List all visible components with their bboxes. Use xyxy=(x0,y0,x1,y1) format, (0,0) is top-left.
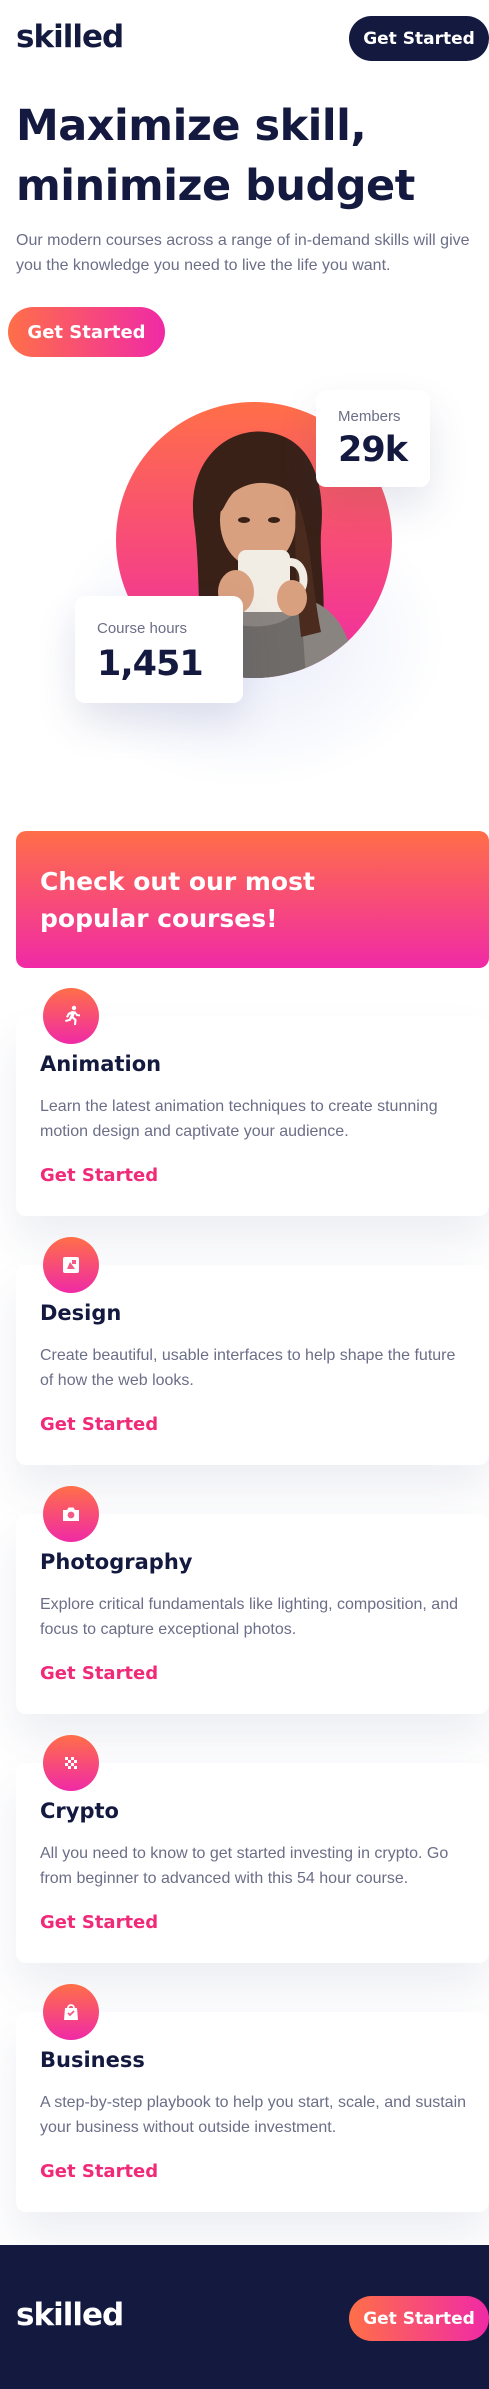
course-hours-stat-card: Course hours 1,451 xyxy=(75,596,243,703)
popular-courses-banner: Check out our most popular courses! xyxy=(16,831,489,968)
course-get-started-link[interactable]: Get Started xyxy=(40,2161,158,2182)
hero-title: Maximize skill, minimize budget xyxy=(16,101,415,211)
header-get-started-button[interactable]: Get Started xyxy=(349,16,489,61)
members-stat-card: Members 29k xyxy=(316,390,430,487)
hero-visual: Members 29k Course hours 1,451 xyxy=(48,390,468,790)
course-card-photography: Photography Explore critical fundamental… xyxy=(16,1486,489,1714)
course-description: Create beautiful, usable interfaces to h… xyxy=(40,1347,456,1389)
course-title: Business xyxy=(40,2048,145,2072)
animation-icon xyxy=(43,988,99,1044)
site-footer: skilled Get Started xyxy=(0,2245,489,2389)
camera-icon xyxy=(43,1486,99,1542)
course-description: Explore critical fundamentals like light… xyxy=(40,1596,458,1638)
course-card-design: Design Create beautiful, usable interfac… xyxy=(16,1237,489,1465)
course-hours-label: Course hours xyxy=(97,620,188,637)
logo[interactable]: skilled xyxy=(16,19,124,55)
course-card-crypto: Crypto All you need to know to get start… xyxy=(16,1735,489,1963)
course-description: A step-by-step playbook to help you star… xyxy=(40,2094,467,2136)
course-title: Animation xyxy=(40,1052,162,1076)
course-title: Photography xyxy=(40,1550,193,1574)
crypto-icon xyxy=(43,1735,99,1791)
course-card-animation: Animation Learn the latest animation tec… xyxy=(16,988,489,1216)
footer-logo[interactable]: skilled xyxy=(16,2297,124,2333)
footer-get-started-button[interactable]: Get Started xyxy=(349,2296,489,2341)
popular-courses-title: Check out our most popular courses! xyxy=(40,867,315,933)
site-header: skilled Get Started xyxy=(0,0,489,76)
course-get-started-link[interactable]: Get Started xyxy=(40,1165,158,1186)
business-icon xyxy=(43,1984,99,2040)
course-hours-value: 1,451 xyxy=(97,644,204,684)
course-title: Crypto xyxy=(40,1799,119,1823)
course-description: All you need to know to get started inve… xyxy=(40,1845,449,1887)
course-get-started-link[interactable]: Get Started xyxy=(40,1414,158,1435)
hero-get-started-button[interactable]: Get Started xyxy=(8,307,165,357)
course-get-started-link[interactable]: Get Started xyxy=(40,1912,158,1933)
course-title: Design xyxy=(40,1301,122,1325)
members-label: Members xyxy=(338,408,401,425)
course-description: Learn the latest animation techniques to… xyxy=(40,1098,438,1140)
course-card-business: Business A step-by-step playbook to help… xyxy=(16,1984,489,2212)
hero-description: Our modern courses across a range of in-… xyxy=(16,232,470,274)
design-icon xyxy=(43,1237,99,1293)
members-value: 29k xyxy=(338,430,408,470)
course-get-started-link[interactable]: Get Started xyxy=(40,1663,158,1684)
